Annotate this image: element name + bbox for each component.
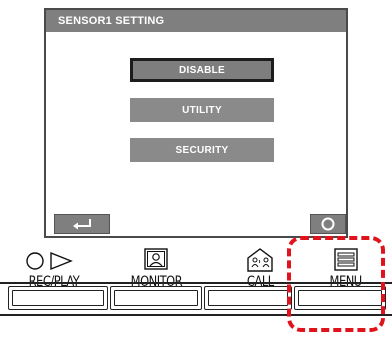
record-play-icon bbox=[26, 251, 73, 271]
back-soft-button[interactable] bbox=[54, 214, 110, 234]
rec-play-hardware-button[interactable] bbox=[8, 286, 108, 310]
call-house-icon bbox=[247, 248, 273, 272]
return-arrow-icon bbox=[73, 219, 91, 230]
option-utility[interactable]: UTILITY bbox=[130, 98, 274, 122]
lcd-screen: SENSOR1 SETTING DISABLE UTILITY SECURITY bbox=[44, 8, 348, 238]
monitor-person-icon bbox=[144, 248, 168, 270]
screen-title: SENSOR1 SETTING bbox=[46, 10, 346, 32]
call-hardware-button[interactable] bbox=[204, 286, 292, 310]
option-security[interactable]: SECURITY bbox=[130, 138, 274, 162]
menu-highlight-box bbox=[287, 236, 385, 332]
option-disable[interactable]: DISABLE bbox=[130, 58, 274, 82]
circle-icon bbox=[321, 217, 335, 231]
ok-soft-button[interactable] bbox=[310, 214, 346, 234]
monitor-hardware-button[interactable] bbox=[110, 286, 202, 310]
